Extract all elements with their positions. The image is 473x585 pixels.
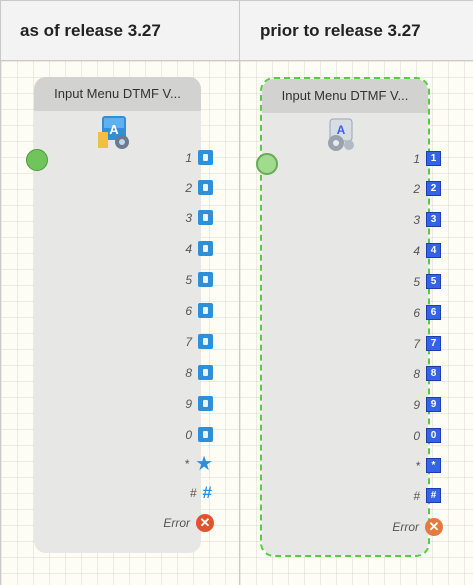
output-label: 8 — [185, 365, 192, 380]
output-port-icon[interactable]: 4 — [426, 243, 441, 258]
star-icon[interactable]: ★ — [195, 454, 213, 474]
output-port-icon[interactable]: 0 — [426, 428, 441, 443]
output-label: 0 — [413, 428, 420, 443]
input-port[interactable] — [26, 149, 48, 171]
output-row-4[interactable]: 44 — [413, 243, 441, 258]
output-label: 6 — [185, 303, 192, 318]
output-label: * — [415, 458, 420, 473]
output-label: 4 — [185, 241, 192, 256]
output-port-icon[interactable] — [198, 365, 213, 380]
output-label: 9 — [185, 396, 192, 411]
output-label: 3 — [185, 210, 192, 225]
output-row-9[interactable]: 99 — [413, 397, 441, 412]
svg-text:A: A — [109, 122, 119, 137]
output-label: 5 — [413, 274, 420, 289]
output-label: 7 — [185, 334, 192, 349]
input-port[interactable] — [256, 153, 278, 175]
node-title: Input Menu DTMF V... — [34, 77, 201, 111]
output-label: # — [189, 486, 197, 500]
output-row-5[interactable]: 55 — [413, 274, 441, 289]
output-port-icon[interactable] — [198, 210, 213, 225]
output-port-icon[interactable]: # — [426, 488, 441, 503]
output-row-2[interactable]: 22 — [413, 181, 441, 196]
output-port-icon[interactable]: 6 — [426, 305, 441, 320]
output-port-icon[interactable]: 2 — [426, 181, 441, 196]
output-row-0[interactable]: 00 — [413, 428, 441, 443]
error-icon[interactable]: ✕ — [196, 514, 214, 532]
output-label: 8 — [413, 366, 420, 381]
output-label: 4 — [413, 243, 420, 258]
output-row-hash[interactable]: # # — [190, 484, 212, 502]
canvas-old: Input Menu DTMF V... A 11 22 33 44 55 66 — [240, 61, 473, 585]
output-port-icon[interactable] — [198, 334, 213, 349]
output-port-icon[interactable] — [198, 150, 213, 165]
output-row-1[interactable]: 11 — [413, 151, 441, 166]
output-row-9[interactable]: 9 — [185, 396, 213, 411]
output-port-icon[interactable]: 5 — [426, 274, 441, 289]
output-port-icon[interactable]: 8 — [426, 366, 441, 381]
output-port-icon[interactable] — [198, 272, 213, 287]
output-port-icon[interactable] — [198, 180, 213, 195]
hash-icon[interactable]: # — [203, 484, 212, 502]
canvas-new: Input Menu DTMF V... A 1 2 3 4 5 6 7 8 9… — [1, 61, 240, 585]
error-label: Error — [163, 516, 190, 530]
output-row-hash[interactable]: # # — [413, 488, 441, 503]
output-label: # — [413, 488, 420, 503]
output-row-error[interactable]: Error ✕ — [392, 518, 443, 536]
output-label: 6 — [413, 305, 420, 320]
comparison-table: as of release 3.27 prior to release 3.27… — [0, 0, 473, 585]
input-menu-dtmf-gear-icon: A — [328, 118, 354, 151]
output-row-error[interactable]: Error ✕ — [163, 514, 214, 532]
output-row-5[interactable]: 5 — [185, 272, 213, 287]
output-label: 0 — [185, 427, 192, 442]
output-port-icon[interactable] — [198, 396, 213, 411]
output-port-icon[interactable] — [198, 427, 213, 442]
output-port-icon[interactable] — [198, 241, 213, 256]
output-port-icon[interactable]: 1 — [426, 151, 441, 166]
output-row-8[interactable]: 88 — [413, 366, 441, 381]
output-row-star[interactable]: * ★ — [184, 454, 213, 474]
output-label: 1 — [185, 150, 192, 165]
output-row-8[interactable]: 8 — [185, 365, 213, 380]
output-row-0[interactable]: 0 — [185, 427, 213, 442]
output-row-3[interactable]: 3 — [185, 210, 213, 225]
output-row-1[interactable]: 1 — [185, 150, 213, 165]
output-label: * — [184, 457, 190, 471]
error-icon[interactable]: ✕ — [425, 518, 443, 536]
output-label: 9 — [413, 397, 420, 412]
output-port-icon[interactable]: 7 — [426, 336, 441, 351]
output-row-2[interactable]: 2 — [185, 180, 213, 195]
output-row-6[interactable]: 6 — [185, 303, 213, 318]
output-row-4[interactable]: 4 — [185, 241, 213, 256]
header-new: as of release 3.27 — [1, 1, 240, 61]
output-row-3[interactable]: 33 — [413, 212, 441, 227]
output-port-icon[interactable]: 9 — [426, 397, 441, 412]
output-row-7[interactable]: 77 — [413, 336, 441, 351]
svg-text:A: A — [337, 123, 346, 137]
node-input-menu-dtmf-new[interactable]: Input Menu DTMF V... A — [34, 77, 201, 553]
output-port-icon[interactable]: 3 — [426, 212, 441, 227]
output-label: 2 — [413, 181, 420, 196]
input-menu-dtmf-icon: A — [98, 116, 129, 149]
node-title: Input Menu DTMF V... — [262, 79, 428, 113]
output-label: 2 — [185, 180, 192, 195]
output-port-icon[interactable] — [198, 303, 213, 318]
output-port-icon[interactable]: * — [426, 458, 441, 473]
output-row-star[interactable]: * * — [415, 458, 441, 473]
output-row-6[interactable]: 66 — [413, 305, 441, 320]
error-label: Error — [392, 520, 419, 534]
output-label: 7 — [413, 336, 420, 351]
output-label: 1 — [413, 151, 420, 166]
node-input-menu-dtmf-old[interactable]: Input Menu DTMF V... A — [260, 77, 430, 557]
output-label: 5 — [185, 272, 192, 287]
output-row-7[interactable]: 7 — [185, 334, 213, 349]
header-old: prior to release 3.27 — [240, 1, 473, 61]
output-label: 3 — [413, 212, 420, 227]
